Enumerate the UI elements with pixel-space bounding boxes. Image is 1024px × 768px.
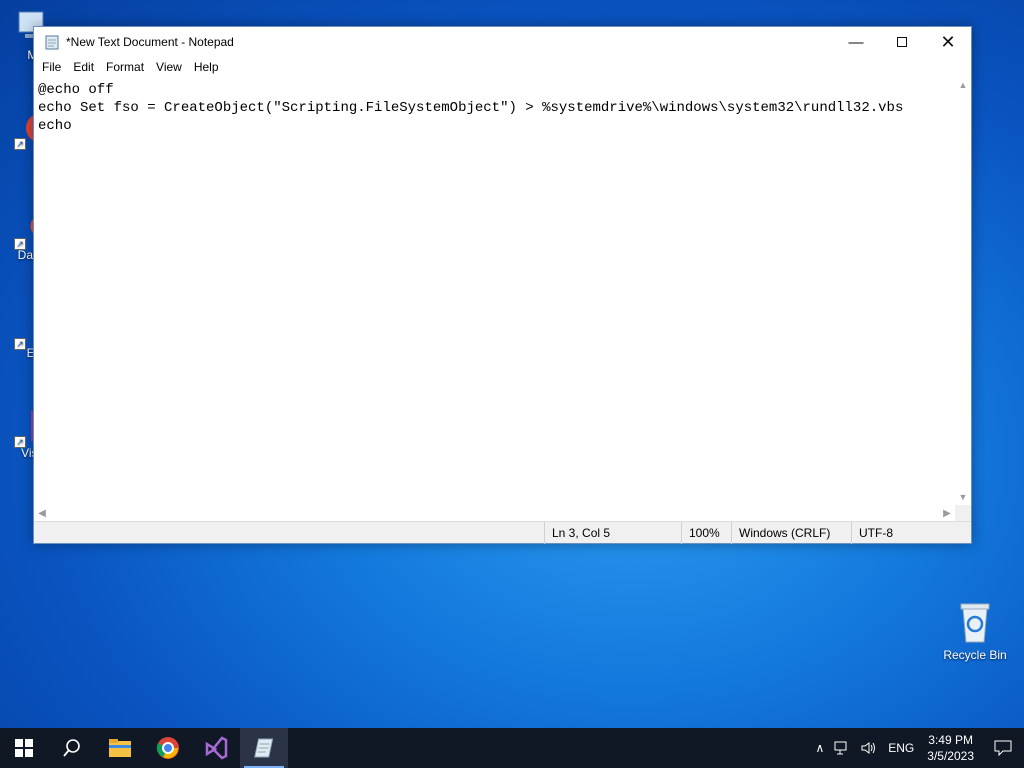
scrollbar-corner (955, 505, 971, 521)
search-icon (63, 739, 80, 757)
scroll-left-icon[interactable]: ◀ (34, 508, 50, 519)
status-cursor-position: Ln 3, Col 5 (544, 522, 682, 544)
taskbar-google-chrome[interactable] (144, 728, 192, 768)
status-zoom: 100% (681, 522, 731, 544)
taskbar: ∧ ENG 3:49 PM 3/5/2023 (0, 728, 1024, 768)
maximize-button[interactable] (879, 27, 925, 57)
show-hidden-icons-chevron-up-icon[interactable]: ∧ (810, 741, 829, 755)
status-encoding: UTF-8 (851, 522, 971, 544)
start-button[interactable] (0, 728, 48, 768)
minimize-icon: — (848, 33, 864, 51)
notepad-window: *New Text Document - Notepad — ✕ File Ed… (33, 26, 972, 544)
menu-view[interactable]: View (150, 57, 188, 77)
recycle-bin-label: Recycle Bin (943, 648, 1007, 662)
clock[interactable]: 3:49 PM 3/5/2023 (919, 732, 982, 764)
close-button[interactable]: ✕ (925, 27, 971, 57)
volume-icon[interactable] (855, 741, 883, 755)
clock-time: 3:49 PM (928, 733, 973, 747)
vertical-scrollbar[interactable]: ▲ ▼ (955, 77, 971, 505)
menu-format[interactable]: Format (100, 57, 150, 77)
taskbar-notepad[interactable] (240, 728, 288, 768)
text-editor[interactable]: @echo off echo Set fso = CreateObject("S… (34, 77, 955, 505)
minimize-button[interactable]: — (833, 27, 879, 57)
shortcut-arrow-icon: ↗ (14, 436, 26, 448)
notification-icon (994, 740, 1012, 756)
notepad-icon (254, 738, 274, 758)
status-line-ending: Windows (CRLF) (731, 522, 851, 544)
windows-logo-icon (15, 739, 33, 757)
network-icon[interactable] (829, 741, 855, 755)
menu-bar: File Edit Format View Help (34, 57, 971, 77)
scroll-right-icon[interactable]: ▶ (939, 508, 955, 519)
maximize-icon (897, 37, 907, 47)
title-bar[interactable]: *New Text Document - Notepad — ✕ (34, 27, 971, 57)
taskbar-visual-studio[interactable] (192, 728, 240, 768)
system-tray: ∧ ENG 3:49 PM 3/5/2023 (810, 728, 1024, 768)
scroll-up-icon[interactable]: ▲ (955, 77, 971, 93)
menu-file[interactable]: File (36, 57, 67, 77)
folder-icon (109, 739, 131, 757)
taskbar-file-explorer[interactable] (96, 728, 144, 768)
chrome-icon (156, 737, 179, 759)
notifications-button[interactable] (982, 740, 1024, 756)
status-bar: Ln 3, Col 5 100% Windows (CRLF) UTF-8 (34, 521, 971, 544)
menu-help[interactable]: Help (188, 57, 225, 77)
shortcut-arrow-icon: ↗ (14, 338, 26, 350)
menu-edit[interactable]: Edit (67, 57, 100, 77)
window-title: *New Text Document - Notepad (66, 35, 234, 49)
language-indicator[interactable]: ENG (883, 741, 919, 755)
search-button[interactable] (48, 728, 96, 768)
shortcut-arrow-icon: ↗ (14, 138, 26, 150)
desktop-icon-recycle-bin[interactable]: Recycle Bin (940, 600, 1010, 662)
horizontal-scrollbar[interactable]: ◀ ▶ (34, 505, 955, 521)
clock-date: 3/5/2023 (927, 749, 974, 763)
recycle-bin-icon (955, 600, 995, 644)
visual-studio-icon (205, 736, 228, 760)
shortcut-arrow-icon: ↗ (14, 238, 26, 250)
close-icon: ✕ (940, 31, 956, 52)
scroll-down-icon[interactable]: ▼ (955, 489, 971, 505)
notepad-icon (44, 34, 60, 50)
